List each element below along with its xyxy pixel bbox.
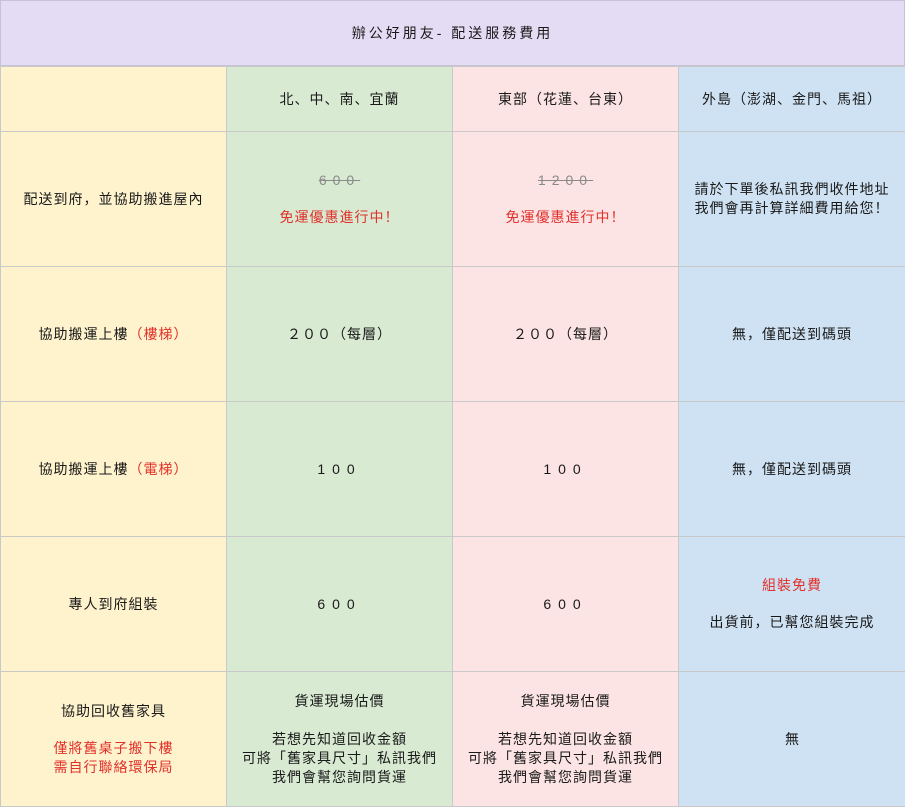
row-label-assembly: 專人到府組裝 (1, 537, 227, 672)
elevator-east-price: 100 (453, 402, 679, 537)
recycle-east-line2: 可將「舊家具尺寸」私訊我們 (457, 749, 674, 768)
elevator-island-note: 無，僅配送到碼頭 (679, 402, 905, 537)
stairs-label-text: 協助搬運上樓 (39, 326, 129, 342)
assembly-free-highlight: 組裝免費 (683, 576, 901, 595)
pricing-sheet: 辦公好朋友- 配送服務費用 北、中、南、宜蘭 東部（花蓮、台東） 外島（澎湖、金… (0, 0, 905, 805)
elevator-label-highlight: （電梯） (129, 461, 189, 477)
header-north-region: 北、中、南、宜蘭 (227, 67, 453, 132)
assembly-island-note: 出貨前，已幫您組裝完成 (683, 613, 901, 632)
delivery-fee-table: 北、中、南、宜蘭 東部（花蓮、台東） 外島（澎湖、金門、馬祖） 配送到府，並協助… (0, 66, 905, 807)
elevator-label-text: 協助搬運上樓 (39, 461, 129, 477)
east-original-price: 1200 (457, 171, 674, 190)
recycle-east-cell: 貨運現場估價 若想先知道回收金額 可將「舊家具尺寸」私訊我們 我們會幫您詢問貨運 (453, 672, 679, 807)
table-row-recycle: 協助回收舊家具 僅將舊桌子搬下樓 需自行聯絡環保局 貨運現場估價 若想先知道回收… (1, 672, 905, 807)
table-row-delivery: 配送到府，並協助搬進屋內 600 免運優惠進行中！ 1200 免運優惠進行中！ … (1, 132, 905, 267)
recycle-island-cell: 無 (679, 672, 905, 807)
row-label-delivery: 配送到府，並協助搬進屋內 (1, 132, 227, 267)
recycle-label-text: 協助回收舊家具 (5, 702, 222, 721)
recycle-north-line1: 若想先知道回收金額 (231, 730, 448, 749)
recycle-label-note-line2: 需自行聯絡環保局 (5, 758, 222, 777)
assembly-east-price: 600 (453, 537, 679, 672)
delivery-north-cell: 600 免運優惠進行中！ (227, 132, 453, 267)
header-corner-cell (1, 67, 227, 132)
delivery-east-cell: 1200 免運優惠進行中！ (453, 132, 679, 267)
assembly-north-price: 600 (227, 537, 453, 672)
stairs-north-price: ２００（每層） (227, 267, 453, 402)
table-row-stairs: 協助搬運上樓（樓梯） ２００（每層） ２００（每層） 無，僅配送到碼頭 (1, 267, 905, 402)
delivery-island-cell: 請於下單後私訊我們收件地址 我們會再計算詳細費用給您！ (679, 132, 905, 267)
north-promo-text: 免運優惠進行中！ (231, 208, 448, 227)
table-row-assembly: 專人到府組裝 600 600 組裝免費 出貨前，已幫您組裝完成 (1, 537, 905, 672)
recycle-north-cell: 貨運現場估價 若想先知道回收金額 可將「舊家具尺寸」私訊我們 我們會幫您詢問貨運 (227, 672, 453, 807)
assembly-island-cell: 組裝免費 出貨前，已幫您組裝完成 (679, 537, 905, 672)
row-label-recycle: 協助回收舊家具 僅將舊桌子搬下樓 需自行聯絡環保局 (1, 672, 227, 807)
table-row-elevator: 協助搬運上樓（電梯） 100 100 無，僅配送到碼頭 (1, 402, 905, 537)
recycle-label-note-line1: 僅將舊桌子搬下樓 (5, 739, 222, 758)
recycle-east-line3: 我們會幫您詢問貨運 (457, 768, 674, 787)
recycle-north-line2: 可將「舊家具尺寸」私訊我們 (231, 749, 448, 768)
recycle-north-head: 貨運現場估價 (231, 692, 448, 711)
header-island-region: 外島（澎湖、金門、馬祖） (679, 67, 905, 132)
page-title: 辦公好朋友- 配送服務費用 (0, 0, 905, 66)
row-label-stairs: 協助搬運上樓（樓梯） (1, 267, 227, 402)
table-header-row: 北、中、南、宜蘭 東部（花蓮、台東） 外島（澎湖、金門、馬祖） (1, 67, 905, 132)
recycle-east-line1: 若想先知道回收金額 (457, 730, 674, 749)
north-original-price: 600 (231, 171, 448, 190)
island-delivery-line2: 我們會再計算詳細費用給您！ (683, 199, 901, 218)
east-promo-text: 免運優惠進行中！ (457, 208, 674, 227)
recycle-north-line3: 我們會幫您詢問貨運 (231, 768, 448, 787)
row-label-elevator: 協助搬運上樓（電梯） (1, 402, 227, 537)
recycle-east-head: 貨運現場估價 (457, 692, 674, 711)
elevator-north-price: 100 (227, 402, 453, 537)
island-delivery-line1: 請於下單後私訊我們收件地址 (683, 180, 901, 199)
stairs-island-note: 無，僅配送到碼頭 (679, 267, 905, 402)
header-east-region: 東部（花蓮、台東） (453, 67, 679, 132)
stairs-east-price: ２００（每層） (453, 267, 679, 402)
stairs-label-highlight: （樓梯） (129, 326, 189, 342)
